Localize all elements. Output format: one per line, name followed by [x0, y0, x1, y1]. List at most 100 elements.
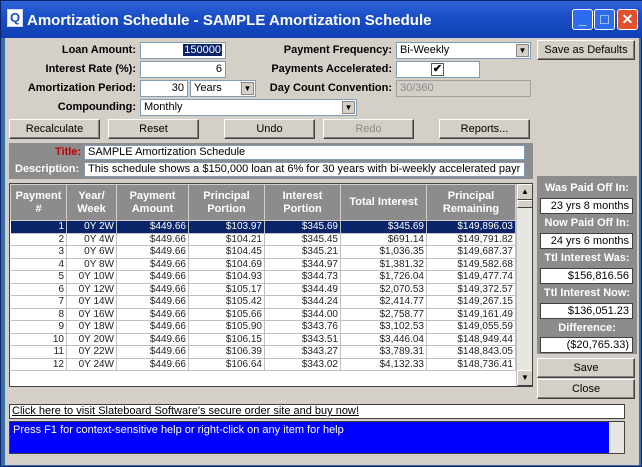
- cell-principal-portion: $105.66: [188, 308, 265, 321]
- col-header-principal-remaining[interactable]: Principal Remaining: [426, 184, 516, 221]
- cell-year-week: 0Y 22W: [66, 345, 117, 359]
- cell-year-week: 0Y 14W: [66, 295, 117, 309]
- title-bar[interactable]: Q Amortization Schedule - SAMPLE Amortiz…: [1, 1, 642, 38]
- cell-total-interest: $4,132.33: [340, 358, 427, 371]
- table-row[interactable]: 10 0Y 20W $449.66 $106.15 $343.51 $3,446.04 $1…: [10, 333, 516, 346]
- cell-payment-number: 4: [10, 258, 67, 271]
- scroll-down-icon[interactable]: ▼: [517, 370, 532, 386]
- cell-principal-remaining: $149,791.82: [426, 233, 516, 246]
- was-paid-label: Was Paid Off In:: [545, 182, 629, 194]
- title-input[interactable]: SAMPLE Amortization Schedule: [84, 145, 525, 160]
- payment-freq-select[interactable]: Bi-Weekly ▼: [396, 42, 531, 59]
- cell-payment-amount: $449.66: [116, 358, 189, 371]
- amort-period-input[interactable]: 30: [140, 80, 188, 97]
- table-row[interactable]: 12 0Y 24W $449.66 $106.64 $343.02 $4,132.33 $1…: [10, 358, 516, 371]
- reset-button[interactable]: Reset: [108, 119, 199, 139]
- client-area: Loan Amount: 150000 Interest Rate (%): 6…: [5, 38, 639, 465]
- col-header-payment-amount[interactable]: Payment Amount: [116, 184, 189, 221]
- maximize-button[interactable]: □: [594, 9, 615, 30]
- cell-payment-number: 10: [10, 333, 67, 346]
- col-header-payment[interactable]: Payment #: [10, 184, 67, 221]
- reports-button[interactable]: Reports...: [439, 119, 530, 139]
- table-row[interactable]: 8 0Y 16W $449.66 $105.66 $344.00 $2,758.77 $14…: [10, 308, 516, 321]
- chevron-down-icon[interactable]: ▼: [342, 101, 355, 114]
- cell-principal-remaining: $149,687.37: [426, 245, 516, 259]
- save-defaults-button[interactable]: Save as Defaults: [537, 40, 635, 60]
- cell-total-interest: $345.69: [340, 220, 427, 234]
- now-paid-label: Now Paid Off In:: [544, 217, 630, 229]
- ttl-interest-was-value: $156,816.56: [540, 268, 633, 284]
- compounding-select[interactable]: Monthly ▼: [140, 99, 357, 116]
- difference-label: Difference:: [558, 322, 616, 334]
- table-row[interactable]: 1 0Y 2W $449.66 $103.97 $345.69 $345.69 $149,8…: [10, 220, 516, 234]
- cell-payment-number: 12: [10, 358, 67, 371]
- cell-principal-portion: $106.64: [188, 358, 265, 371]
- cell-interest-portion: $345.69: [264, 220, 341, 234]
- col-header-year-week[interactable]: Year/ Week: [66, 184, 117, 221]
- cell-payment-number: 1: [10, 220, 67, 234]
- cell-total-interest: $3,446.04: [340, 333, 427, 346]
- cell-payment-amount: $449.66: [116, 295, 189, 309]
- payments-accel-label: Payments Accelerated:: [271, 63, 392, 75]
- table-header-row: Payment # Year/ Week Payment Amount Prin…: [10, 184, 516, 221]
- day-count-label: Day Count Convention:: [269, 82, 392, 94]
- status-scrollbar[interactable]: [609, 422, 624, 453]
- table-row[interactable]: 11 0Y 22W $449.66 $106.39 $343.27 $3,789.31 $1…: [10, 345, 516, 359]
- cell-principal-remaining: $149,896.03: [426, 220, 516, 234]
- order-link[interactable]: Click here to visit Slateboard Software'…: [12, 405, 359, 417]
- cell-payment-amount: $449.66: [116, 245, 189, 259]
- col-header-interest-portion[interactable]: Interest Portion: [264, 184, 341, 221]
- payments-accel-checkbox[interactable]: ✔: [431, 63, 444, 76]
- cell-principal-portion: $106.15: [188, 333, 265, 346]
- cell-interest-portion: $344.97: [264, 258, 341, 271]
- redo-button[interactable]: Redo: [323, 119, 414, 139]
- table-row[interactable]: 3 0Y 6W $449.66 $104.45 $345.21 $1,036.35 $149…: [10, 245, 516, 259]
- cell-year-week: 0Y 4W: [66, 233, 117, 246]
- cell-interest-portion: $344.73: [264, 270, 341, 284]
- day-count-input[interactable]: 30/360: [396, 80, 531, 97]
- cell-interest-portion: $345.45: [264, 233, 341, 246]
- description-label: Description:: [15, 163, 80, 175]
- cell-payment-number: 9: [10, 320, 67, 334]
- minimize-button[interactable]: _: [572, 9, 593, 30]
- loan-amount-input[interactable]: 150000: [140, 42, 226, 59]
- close-button[interactable]: Close: [537, 379, 635, 399]
- cell-interest-portion: $345.21: [264, 245, 341, 259]
- table-row[interactable]: 7 0Y 14W $449.66 $105.42 $344.24 $2,414.77 $14…: [10, 295, 516, 309]
- now-paid-value: 24 yrs 6 months: [540, 233, 633, 249]
- save-button[interactable]: Save: [537, 358, 635, 378]
- chevron-down-icon[interactable]: ▼: [516, 44, 529, 57]
- cell-payment-amount: $449.66: [116, 308, 189, 321]
- close-window-button[interactable]: ✕: [617, 9, 638, 30]
- cell-payment-amount: $449.66: [116, 345, 189, 359]
- scroll-up-icon[interactable]: ▲: [517, 184, 532, 200]
- cell-payment-number: 11: [10, 345, 67, 359]
- cell-payment-amount: $449.66: [116, 220, 189, 234]
- cell-year-week: 0Y 12W: [66, 283, 117, 296]
- col-header-principal-portion[interactable]: Principal Portion: [188, 184, 265, 221]
- cell-principal-remaining: $149,161.49: [426, 308, 516, 321]
- interest-rate-input[interactable]: 6: [140, 61, 226, 78]
- description-input[interactable]: This schedule shows a $150,000 loan at 6…: [84, 162, 525, 177]
- app-icon[interactable]: Q: [7, 9, 23, 27]
- grid-scrollbar[interactable]: ▲ ▼: [516, 184, 532, 386]
- order-link-bar[interactable]: Click here to visit Slateboard Software'…: [9, 404, 625, 419]
- table-row[interactable]: 9 0Y 18W $449.66 $105.90 $343.76 $3,102.53 $14…: [10, 320, 516, 334]
- col-header-total-interest[interactable]: Total Interest: [340, 184, 427, 221]
- scroll-thumb[interactable]: [517, 200, 532, 208]
- table-row[interactable]: 6 0Y 12W $449.66 $105.17 $344.49 $2,070.53 $14…: [10, 283, 516, 296]
- summary-panel: Was Paid Off In: 23 yrs 8 months Now Pai…: [537, 176, 637, 354]
- undo-button[interactable]: Undo: [224, 119, 315, 139]
- cell-year-week: 0Y 24W: [66, 358, 117, 371]
- table-row[interactable]: 4 0Y 8W $449.66 $104.69 $344.97 $1,381.32 $149…: [10, 258, 516, 271]
- recalculate-button[interactable]: Recalculate: [9, 119, 100, 139]
- cell-payment-amount: $449.66: [116, 258, 189, 271]
- schedule-grid[interactable]: Payment # Year/ Week Payment Amount Prin…: [9, 183, 533, 387]
- ttl-interest-now-label: Ttl Interest Now:: [543, 287, 631, 299]
- cell-principal-portion: $104.69: [188, 258, 265, 271]
- table-row[interactable]: 5 0Y 10W $449.66 $104.93 $344.73 $1,726.04 $14…: [10, 270, 516, 284]
- window-title: Amortization Schedule - SAMPLE Amortizat…: [27, 12, 432, 29]
- table-row[interactable]: 2 0Y 4W $449.66 $104.21 $345.45 $691.14 $149,7…: [10, 233, 516, 246]
- cell-payment-amount: $449.66: [116, 283, 189, 296]
- cell-interest-portion: $343.76: [264, 320, 341, 334]
